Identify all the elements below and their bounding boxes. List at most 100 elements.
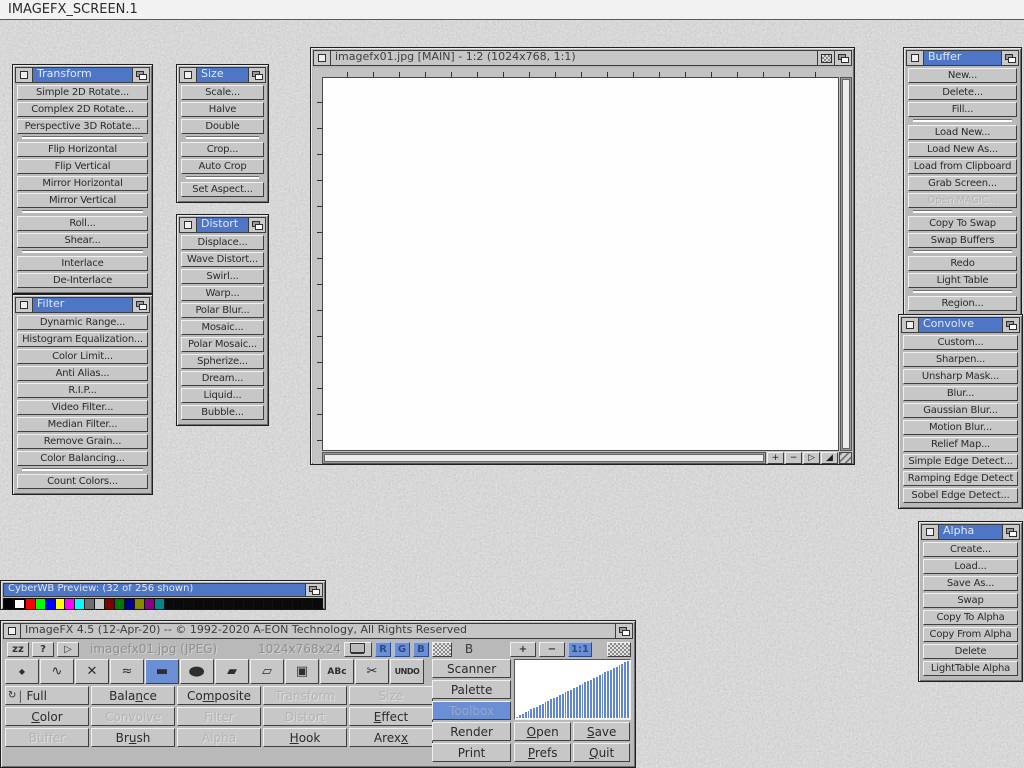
video-filter-button[interactable]: Video Filter... xyxy=(17,400,148,415)
prefs-button[interactable]: Prefs xyxy=(514,743,571,762)
motion-blur-button[interactable]: Motion Blur... xyxy=(903,420,1018,435)
mirror-horizontal-button[interactable]: Mirror Horizontal xyxy=(17,176,148,191)
pattern-button[interactable] xyxy=(607,642,631,657)
r-i-p-button[interactable]: R.I.P... xyxy=(17,383,148,398)
swap-button[interactable]: Swap xyxy=(923,593,1018,608)
color-button[interactable]: Color xyxy=(5,707,89,726)
scanner-button[interactable]: Scanner xyxy=(432,659,511,678)
color-limit-button[interactable]: Color Limit... xyxy=(17,349,148,364)
full-button[interactable]: ↻|Full xyxy=(5,686,89,705)
arexx-play-button[interactable]: ▷ xyxy=(57,642,79,657)
view-zoom-out-button[interactable]: − xyxy=(539,642,565,657)
dynamic-range-button[interactable]: Dynamic Range... xyxy=(17,315,148,330)
interlace-button[interactable]: Interlace xyxy=(17,256,148,271)
flip-horizontal-button[interactable]: Flip Horizontal xyxy=(17,142,148,157)
region-button[interactable]: Region... xyxy=(908,296,1017,311)
render-button[interactable]: Render xyxy=(432,722,511,741)
auto-crop-button[interactable]: Auto Crop xyxy=(181,159,264,174)
canvas-pan-button[interactable]: ▷ xyxy=(803,452,820,464)
median-filter-button[interactable]: Median Filter... xyxy=(17,417,148,432)
freehand-tool-button[interactable]: ∿ xyxy=(40,659,74,684)
palette-swatch-3[interactable] xyxy=(36,599,45,609)
palette-swatch-2[interactable] xyxy=(26,599,35,609)
close-gadget[interactable] xyxy=(907,51,924,65)
view-zoom-in-button[interactable]: + xyxy=(510,642,536,657)
vertical-scrollbar[interactable] xyxy=(840,77,852,451)
alpha-titlebar[interactable]: Alpha xyxy=(921,524,1020,540)
depth-gadget[interactable] xyxy=(1001,51,1018,65)
filter-titlebar[interactable]: Filter xyxy=(15,297,150,313)
palette-swatch-8[interactable] xyxy=(85,599,94,609)
buffer-button[interactable]: Buffer xyxy=(5,728,89,747)
save-button[interactable]: Save xyxy=(573,722,630,741)
spherize-button[interactable]: Spherize... xyxy=(181,354,264,369)
load-button[interactable]: Load... xyxy=(923,559,1018,574)
zoom-gadget[interactable] xyxy=(817,51,834,65)
load-from-clipboard-button[interactable]: Load from Clipboard xyxy=(908,159,1017,174)
palette-swatch-0[interactable] xyxy=(4,599,13,609)
depth-gadget[interactable] xyxy=(1002,318,1019,332)
horizontal-scrollbar[interactable] xyxy=(322,452,766,464)
quit-button[interactable]: Quit xyxy=(573,743,630,762)
palette-swatch-10[interactable] xyxy=(105,599,114,609)
depth-gadget[interactable] xyxy=(834,51,851,65)
color-balancing-button[interactable]: Color Balancing... xyxy=(17,451,148,466)
polar-mosaic-button[interactable]: Polar Mosaic... xyxy=(181,337,264,352)
palette-swatch-20[interactable] xyxy=(204,599,213,609)
print-button[interactable]: Print xyxy=(432,743,511,762)
sharpen-button[interactable]: Sharpen... xyxy=(903,352,1018,367)
wave-distort-button[interactable]: Wave Distort... xyxy=(181,252,264,267)
text-tool-button[interactable]: ABc xyxy=(320,659,354,684)
distort-titlebar[interactable]: Distort xyxy=(179,217,266,233)
unsharp-mask-button[interactable]: Unsharp Mask... xyxy=(903,369,1018,384)
size-button[interactable]: Size xyxy=(349,686,433,705)
grab-screen-button[interactable]: Grab Screen... xyxy=(908,176,1017,191)
sobel-edge-detect-button[interactable]: Sobel Edge Detect... xyxy=(903,488,1018,503)
toolbar-titlebar[interactable]: ImageFX 4.5 (12-Apr-20) -- © 1992-2020 A… xyxy=(3,623,633,639)
open-magic-button[interactable]: Open MAGIC... xyxy=(908,193,1017,208)
shear-button[interactable]: Shear... xyxy=(17,233,148,248)
mirror-vertical-button[interactable]: Mirror Vertical xyxy=(17,193,148,208)
palette-swatch-13[interactable] xyxy=(135,599,144,609)
delete-button[interactable]: Delete... xyxy=(908,85,1017,100)
palette-swatch-1[interactable] xyxy=(14,599,25,609)
filter-button[interactable]: Filter xyxy=(177,707,261,726)
dream-button[interactable]: Dream... xyxy=(181,371,264,386)
scale-button[interactable]: Scale... xyxy=(181,85,264,100)
ramping-edge-detect-button[interactable]: Ramping Edge Detect xyxy=(903,471,1018,486)
size-titlebar[interactable]: Size xyxy=(179,67,266,83)
image-window-titlebar[interactable]: imagefx01.jpg [MAIN] - 1:2 (1024x768, 1:… xyxy=(313,50,852,66)
toolbox-button[interactable]: Toolbox xyxy=(432,701,511,720)
palette-swatch-11[interactable] xyxy=(115,599,124,609)
histogram-equalization-button[interactable]: Histogram Equalization... xyxy=(17,332,148,347)
screen-titlebar[interactable]: IMAGEFX_SCREEN.1 xyxy=(0,0,1024,20)
balance-button[interactable]: Balance xyxy=(91,686,175,705)
custom-button[interactable]: Custom... xyxy=(903,335,1018,350)
swirl-button[interactable]: Swirl... xyxy=(181,269,264,284)
filled-ellipse-tool-button[interactable]: ● xyxy=(180,659,214,684)
palette-swatch-14[interactable] xyxy=(145,599,154,609)
filled-box-tool-button[interactable]: ▬ xyxy=(145,659,179,684)
palette-button[interactable]: Palette xyxy=(432,680,511,699)
distort-button[interactable]: Distort xyxy=(263,707,347,726)
effect-button[interactable]: Effect xyxy=(349,707,433,726)
canvas-fit-button[interactable]: ◢ xyxy=(821,452,838,464)
palette-swatch-30[interactable] xyxy=(303,599,312,609)
point-tool-button[interactable]: ◆ xyxy=(5,659,39,684)
depth-gadget[interactable] xyxy=(305,584,322,596)
create-button[interactable]: Create... xyxy=(923,542,1018,557)
palette-swatch-19[interactable] xyxy=(194,599,203,609)
outline-polygon-tool-button[interactable]: ▱ xyxy=(250,659,284,684)
complex-2d-rotate-button[interactable]: Complex 2D Rotate... xyxy=(17,102,148,117)
close-gadget[interactable] xyxy=(180,218,197,232)
de-interlace-button[interactable]: De-Interlace xyxy=(17,273,148,288)
roll-button[interactable]: Roll... xyxy=(17,216,148,231)
displace-button[interactable]: Displace... xyxy=(181,235,264,250)
image-canvas[interactable] xyxy=(322,77,839,451)
palette-swatch-25[interactable] xyxy=(254,599,263,609)
blur-button[interactable]: Blur... xyxy=(903,386,1018,401)
green-channel-button[interactable]: G xyxy=(394,642,410,657)
gaussian-blur-button[interactable]: Gaussian Blur... xyxy=(903,403,1018,418)
close-gadget[interactable] xyxy=(922,525,939,539)
crop-button[interactable]: Crop... xyxy=(181,142,264,157)
